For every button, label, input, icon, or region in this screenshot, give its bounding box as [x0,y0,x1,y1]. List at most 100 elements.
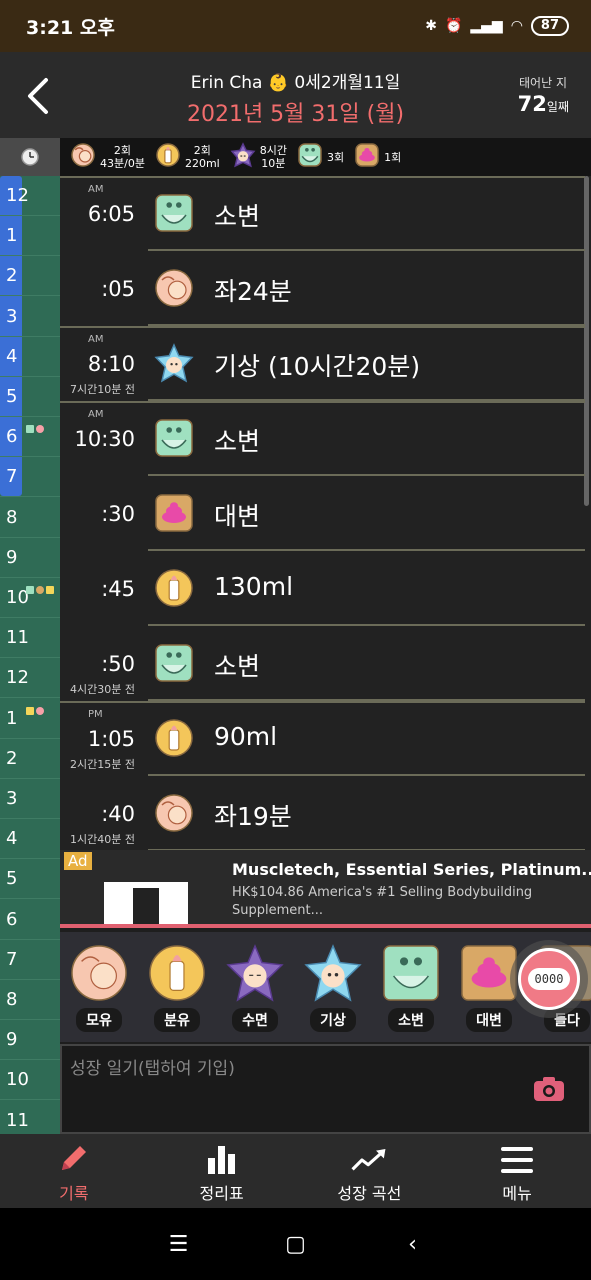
timeline-hour[interactable]: 3 [0,779,60,819]
quick-action-label: 소변 [388,1008,434,1032]
recent-apps-icon[interactable]: ☰ [164,1232,194,1257]
timeline-hour[interactable]: 2 [0,739,60,779]
nav-tab-trend[interactable]: 성장 곡선 [296,1134,444,1208]
battery-indicator: 87 [530,16,569,36]
entry-elapsed: 2시간15분 전 [70,758,135,771]
app-header: Erin Cha 👶 0세2개월11일 2021년 5월 31일 (월) 태어난… [0,52,591,138]
quick-action-breastfeed[interactable]: 모유 [68,944,130,1032]
entry-time: 8:10 [87,352,135,376]
timeline-hour[interactable]: 5 [0,859,60,900]
log-entry[interactable]: AM 10:30 소변 [60,401,585,476]
entry-ampm: AM [88,184,104,195]
pee-icon [154,418,194,458]
log-entry[interactable]: :50 4시간30분 전 소변 [60,626,585,701]
timeline-hour[interactable]: 9 [0,538,60,578]
timeline-hour[interactable]: 8 [0,498,60,538]
bottle-icon [154,568,194,608]
log-entry[interactable]: PM 1:05 2시간15분 전 90ml [60,701,585,776]
ad-banner[interactable]: Ad Muscletech, Essential Series, Platinu… [60,850,591,928]
system-back-icon[interactable]: ‹ [398,1232,428,1257]
timeline-hour[interactable]: 10 [0,578,60,618]
pee-icon [154,193,194,233]
timeline-hour[interactable]: 4 [0,819,60,860]
baby-name-line: Erin Cha 👶 0세2개월11일 [0,68,591,93]
entry-elapsed: 7시간10분 전 [70,383,135,396]
timer-button[interactable]: 0000 [518,948,580,1010]
log-entry[interactable]: :40 1시간40분 전 좌19분 [60,776,585,850]
ad-description: HK$104.86 America's #1 Selling Bodybuild… [232,885,533,918]
poop-icon [354,142,380,172]
days-since-birth-label: 태어난 지 [519,76,567,90]
log-entry[interactable]: :30 대변 [60,476,585,551]
log-entry[interactable]: :05 좌24분 [60,251,585,326]
quick-action-sleep[interactable]: 수면 [224,944,286,1032]
entry-label: 좌19분 [214,802,292,831]
pee-icon [297,142,323,172]
timeline-hour[interactable]: 3 [0,297,60,337]
nav-tab-pencil[interactable]: 기록 [0,1134,148,1208]
growth-diary-input[interactable]: 성장 일기(탭하여 기입) [60,1044,591,1134]
entry-elapsed: 1시간40분 전 [70,833,135,846]
hour-divider [60,401,585,403]
entry-time: :40 [101,802,135,826]
summary-value: 2회 220ml [185,144,220,170]
timeline-hour[interactable]: 12 [0,658,60,699]
nav-tab-menu[interactable]: 메뉴 [443,1134,591,1208]
quick-action-pee[interactable]: 소변 [380,944,442,1032]
timeline-hour[interactable]: 4 [0,337,60,377]
status-time: 3:21 오후 [26,16,115,39]
quick-action-wake[interactable]: 기상 [302,944,364,1032]
system-navigation-bar: ☰ ▢ ‹ [0,1208,591,1280]
log-entry[interactable]: :45 130ml [60,551,585,626]
entry-time: :45 [101,577,135,601]
log-list[interactable]: AM 6:05 소변:05 좌24분 AM 8:10 7시간10분 전 기상 (10시간20분… [60,176,591,850]
quick-action-poop[interactable]: 대변 [458,944,520,1032]
summary-line1: 1회 [384,150,402,164]
timeline-hour[interactable]: 7 [0,940,60,980]
poop-icon [154,493,194,533]
clock-icon[interactable] [0,138,60,176]
bottle-icon [154,718,194,758]
timeline-hour[interactable]: 1 [0,216,60,257]
hour-timeline[interactable]: 12 1 2 3 4 5 6 7 8 9 10 11 12 1 2 3 4 5 6 7 8 9 10 11 [0,176,60,1141]
timeline-hour[interactable]: 6 [0,417,60,458]
menu-icon [499,1144,535,1176]
current-date[interactable]: 2021년 5월 31일 (월) [0,96,591,128]
timeline-hour[interactable]: 5 [0,377,60,417]
timer-display: 0000 [528,968,570,990]
entry-ampm: AM [88,334,104,345]
home-icon[interactable]: ▢ [281,1232,311,1257]
breastfeed-icon [154,793,194,833]
breastfeed-icon [70,142,96,172]
days-since-birth: 72일째 [518,92,569,116]
alarm-icon: ⏰ [444,18,463,34]
timeline-hour[interactable]: 6 [0,900,60,940]
log-entry[interactable]: AM 6:05 소변 [60,176,585,251]
timeline-hour[interactable]: 7 [0,457,60,498]
summary-line2: 10분 [261,157,286,170]
timeline-hour[interactable]: 12 [0,176,60,216]
nav-tab-label: 성장 곡선 [337,1184,402,1203]
nav-tab-label: 기록 [59,1184,89,1203]
log-entry[interactable]: AM 8:10 7시간10분 전 기상 (10시간20분) [60,326,585,401]
timeline-hour[interactable]: 11 [0,618,60,659]
entry-label: 소변 [214,202,261,231]
diary-placeholder: 성장 일기(탭하여 기입) [70,1059,235,1079]
timeline-hour[interactable]: 9 [0,1020,60,1061]
nav-tab-bar-chart[interactable]: 정리표 [148,1134,296,1208]
quick-action-label: 대변 [466,1008,512,1032]
baby-face-icon: 👶 [267,73,290,93]
trend-icon [351,1144,387,1176]
timeline-hour[interactable]: 2 [0,256,60,297]
timeline-hour[interactable]: 8 [0,980,60,1020]
quick-action-bottle[interactable]: 분유 [146,944,208,1032]
pee-icon [382,944,440,1002]
entry-ampm: PM [88,709,103,720]
timeline-hour[interactable]: 10 [0,1060,60,1101]
entry-label: 기상 (10시간20분) [214,352,421,381]
timeline-hour[interactable]: 1 [0,699,60,739]
nav-tab-label: 메뉴 [502,1184,532,1203]
camera-icon[interactable] [533,1076,565,1102]
quick-action-label: 들다 [544,1008,590,1032]
entry-elapsed: 4시간30분 전 [70,683,135,696]
